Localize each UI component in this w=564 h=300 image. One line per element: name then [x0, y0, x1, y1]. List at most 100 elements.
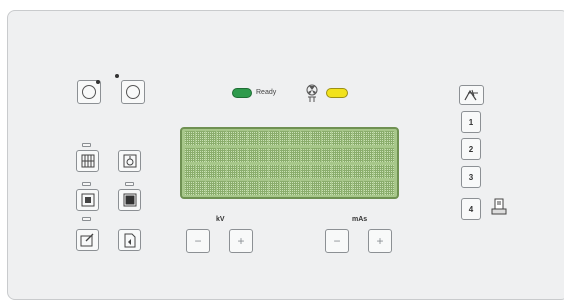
lcd-cell: [342, 147, 352, 162]
grid-led: [82, 143, 91, 147]
kv-minus-button[interactable]: −: [186, 229, 210, 253]
lcd-cell: [321, 147, 331, 162]
lcd-cell: [384, 131, 394, 145]
lcd-cell: [321, 164, 331, 179]
lcd-cell: [206, 147, 216, 162]
indicator-dot: [96, 80, 100, 84]
indicator-dot-2: [115, 74, 119, 78]
program-button-2[interactable]: 2: [461, 138, 481, 160]
lcd-cell: [248, 131, 258, 145]
ring-icon: [82, 85, 96, 99]
lcd-cell: [342, 181, 352, 195]
mas-label: mAs: [352, 216, 368, 223]
lcd-cell: [363, 164, 373, 179]
large-focus-icon: [123, 193, 136, 207]
lcd-cell: [384, 147, 394, 162]
lcd-cell: [332, 181, 342, 195]
small-focus-button[interactable]: [76, 189, 99, 211]
lcd-cell: [311, 164, 321, 179]
lcd-cell: [311, 131, 321, 145]
lcd-cell: [363, 147, 373, 162]
lcd-cell: [248, 147, 258, 162]
lcd-cell: [227, 181, 237, 195]
filter-icon: [123, 154, 136, 168]
grid-icon: [81, 154, 94, 168]
lcd-cell: [363, 131, 373, 145]
lcd-cell: [353, 131, 363, 145]
lcd-cell: [332, 164, 342, 179]
filter-button[interactable]: [118, 150, 141, 172]
kv-plus-button[interactable]: +: [229, 229, 253, 253]
lcd-cell: [206, 181, 216, 195]
lcd-cell: [237, 147, 247, 162]
lcd-cell: [290, 164, 300, 179]
lcd-cell: [216, 164, 226, 179]
lcd-cell: [269, 164, 279, 179]
lcd-cell: [237, 131, 247, 145]
image-edit-icon: [80, 233, 94, 247]
lcd-cell: [216, 147, 226, 162]
lcd-cell: [248, 181, 258, 195]
lcd-cell: [321, 181, 331, 195]
lcd-cell: [269, 181, 279, 195]
program-button-1[interactable]: 1: [461, 111, 481, 133]
lcd-cell: [227, 164, 237, 179]
lcd-cell: [363, 181, 373, 195]
lcd-cell: [321, 131, 331, 145]
lcd-cell: [311, 147, 321, 162]
image-edit-button[interactable]: [76, 229, 99, 251]
lcd-cell: [258, 131, 268, 145]
warning-indicator: [326, 88, 348, 98]
lcd-cell: [216, 181, 226, 195]
lcd-cell: [300, 147, 310, 162]
ready-label: Ready: [256, 89, 277, 96]
lcd-cell: [332, 131, 342, 145]
lcd-cell: [384, 164, 394, 179]
lcd-cell: [300, 181, 310, 195]
lcd-cell: [269, 147, 279, 162]
lcd-cell: [227, 147, 237, 162]
lcd-cell: [206, 131, 216, 145]
lcd-cell: [290, 181, 300, 195]
body-region-button[interactable]: [459, 85, 484, 105]
lcd-cell: [195, 147, 205, 162]
lcd-cell: [311, 181, 321, 195]
lcd-cell: [374, 131, 384, 145]
kv-label: kV: [216, 216, 225, 223]
grid-button[interactable]: [76, 150, 99, 172]
lcd-cell: [185, 164, 195, 179]
lcd-display: [180, 127, 399, 199]
ready-indicator: [232, 88, 252, 98]
mas-plus-button[interactable]: +: [368, 229, 392, 253]
radiation-icon: [305, 83, 319, 108]
lcd-cell: [290, 147, 300, 162]
lcd-cell: [258, 147, 268, 162]
printer-icon[interactable]: [491, 198, 507, 221]
lcd-cell: [227, 131, 237, 145]
lcd-cell: [342, 131, 352, 145]
mas-minus-button[interactable]: −: [325, 229, 349, 253]
document-icon: [124, 233, 135, 247]
lcd-cell: [258, 164, 268, 179]
large-focus-button[interactable]: [118, 189, 141, 211]
lcd-cell: [279, 181, 289, 195]
lcd-cell: [290, 131, 300, 145]
lcd-cell: [237, 181, 247, 195]
lcd-cell: [374, 164, 384, 179]
lcd-cell: [384, 181, 394, 195]
lcd-cell: [258, 181, 268, 195]
ring-button-right[interactable]: [121, 80, 145, 104]
document-button[interactable]: [118, 229, 141, 251]
ring-icon: [126, 85, 140, 99]
program-button-3[interactable]: 3: [461, 166, 481, 188]
lcd-cell: [248, 164, 258, 179]
lcd-cell: [374, 147, 384, 162]
program-button-4[interactable]: 4: [461, 198, 481, 220]
lcd-cell: [185, 147, 195, 162]
lcd-cell: [185, 131, 195, 145]
small-focus-icon: [81, 193, 94, 207]
large-focus-led: [125, 182, 134, 186]
image-edit-led: [82, 217, 91, 221]
lcd-cell: [185, 181, 195, 195]
lcd-cell: [206, 164, 216, 179]
